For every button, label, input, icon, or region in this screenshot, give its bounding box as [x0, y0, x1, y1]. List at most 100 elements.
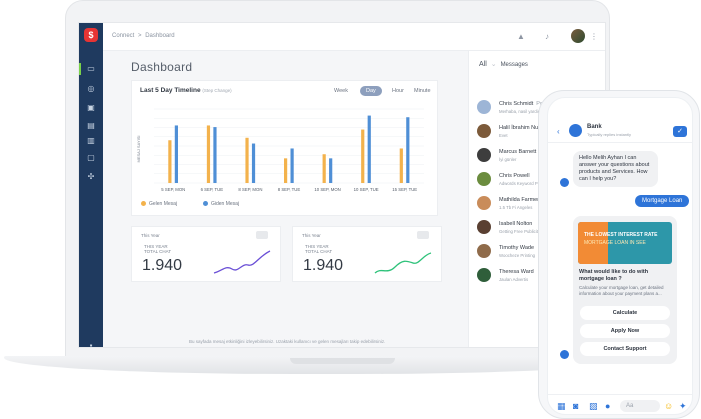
- legend-outgoing-swatch: [203, 201, 208, 207]
- messages-filter[interactable]: All: [479, 61, 487, 68]
- y-axis-label: MESAJ SAYISI: [136, 135, 141, 162]
- image-icon[interactable]: ▨: [589, 401, 598, 412]
- chat-icon[interactable]: ▣: [86, 103, 96, 112]
- sidebar: $ ▭ ◎ ▣ ▤ ▥ ▢ ✣ ▪: [79, 23, 103, 347]
- promo-line-2: MORTGAGE LOAN IN SEE: [584, 240, 646, 246]
- mic-icon[interactable]: ●: [605, 401, 610, 411]
- message-sender: Isabell Nolton: [499, 221, 533, 227]
- contact-support-button[interactable]: Contact Support: [580, 342, 670, 356]
- breadcrumb-root[interactable]: Connect: [112, 33, 134, 39]
- bell-icon[interactable]: ♪: [545, 32, 549, 41]
- bar-incoming: [284, 158, 288, 183]
- stat-1-sparkline: [213, 250, 271, 274]
- monitor-icon[interactable]: ▭: [86, 64, 96, 73]
- topbar: Connect > Dashboard ▲ ♪ ⋮: [103, 23, 605, 51]
- legend-incoming-swatch: [141, 201, 146, 207]
- bar-incoming: [206, 125, 211, 183]
- bar-incoming: [168, 140, 172, 183]
- tools-icon[interactable]: ✣: [86, 172, 96, 181]
- more-vertical-icon[interactable]: ⋮: [590, 32, 598, 41]
- bar-outgoing: [406, 117, 410, 183]
- messages-header: All ⌄ Messages: [479, 60, 528, 68]
- message-sender: Theresa Ward: [499, 269, 534, 275]
- bar-outgoing: [367, 115, 371, 183]
- emoji-icon[interactable]: ☺: [664, 401, 673, 411]
- bot-card: THE LOWEST INTEREST RATE MORTGAGE LOAN I…: [573, 216, 677, 364]
- promo-line-1: THE LOWEST INTEREST RATE: [584, 232, 658, 238]
- legend-outgoing: Giden Mesaj: [203, 201, 239, 207]
- stat-2-sparkline-path: [374, 252, 432, 274]
- bar-incoming: [322, 154, 326, 183]
- contact-avatar: [477, 244, 491, 258]
- message-sender: Mathilda Farmer: [499, 197, 540, 203]
- bar-chart-icon[interactable]: ▥: [86, 136, 96, 145]
- stat-1-label-2: TOTAL CHAT: [144, 249, 172, 254]
- footnote: Bu sayfada mesaj etkinliğini izleyebilir…: [189, 339, 386, 344]
- user-avatar[interactable]: [571, 29, 585, 43]
- contact-status: Typically replies instantly: [587, 132, 632, 137]
- x-tick-label: 10 SEP, MON: [314, 187, 340, 192]
- breadcrumb-current: Dashboard: [145, 33, 175, 39]
- x-tick-label: 5 SEP, MON: [161, 187, 185, 192]
- graduation-cap-icon[interactable]: ▲: [517, 32, 525, 41]
- x-tick-label: 15 SEP, TUE: [392, 187, 417, 192]
- back-chevron-icon[interactable]: ‹: [557, 127, 560, 136]
- bot-greeting: Hello Melih Ayhan I can answer your ques…: [573, 151, 658, 187]
- stat-1-period[interactable]: This Year: [141, 233, 160, 238]
- apps-icon[interactable]: ▦: [557, 401, 566, 412]
- message-preview: 1.5 Tb Fi Angeles: [499, 205, 533, 210]
- bank-avatar: [569, 124, 582, 137]
- timeline-hint: (Step Change): [202, 88, 232, 93]
- logout-icon[interactable]: ▪: [86, 341, 96, 347]
- robot-icon[interactable]: ◎: [86, 84, 96, 93]
- bot-avatar: [560, 178, 569, 187]
- timeline-chart: MESAJ SAYISI 5 SEP, MON 6 SEP, TUE 8 SEP, M…: [136, 108, 424, 192]
- check-icon[interactable]: ✓: [673, 126, 687, 137]
- app-logo[interactable]: $: [84, 28, 98, 42]
- message-input[interactable]: Aa: [620, 400, 660, 412]
- apply-now-button[interactable]: Apply Now: [580, 324, 670, 338]
- composer-bar: ▦ ◙ ▨ ● Aa ☺ ✦: [548, 394, 692, 414]
- chevron-down-icon[interactable]: ⌄: [491, 61, 497, 68]
- comment-icon[interactable]: ▢: [86, 153, 96, 162]
- messages-icon[interactable]: ▤: [86, 121, 96, 130]
- legend-incoming-label: Gelen Mesaj: [149, 201, 178, 207]
- bar-incoming: [361, 129, 365, 183]
- bar-outgoing: [213, 127, 217, 183]
- page-title: Dashboard: [131, 60, 193, 74]
- bar-incoming: [399, 148, 403, 183]
- bar-outgoing: [251, 143, 256, 183]
- phone-frame: ‹ Bank Typically replies instantly ✓ Hel…: [538, 90, 700, 419]
- laptop-screen: $ ▭ ◎ ▣ ▤ ▥ ▢ ✣ ▪ Connect > Dashboard ▲ …: [78, 22, 606, 348]
- promo-banner: THE LOWEST INTEREST RATE MORTGAGE LOAN I…: [578, 222, 672, 264]
- stat-1-value: 1.940: [142, 257, 183, 274]
- active-indicator: [79, 63, 81, 75]
- calculate-button[interactable]: Calculate: [580, 306, 670, 320]
- message-sender: Chris Powell: [499, 173, 530, 179]
- camera-icon[interactable]: ◙: [573, 401, 578, 411]
- timeline-title-text: Last 5 Day Timeline: [140, 87, 201, 94]
- laptop-notch: [290, 358, 395, 364]
- timeline-title: Last 5 Day Timeline (Step Change): [140, 87, 232, 94]
- bar-outgoing: [329, 158, 333, 183]
- legend-incoming: Gelen Mesaj: [141, 201, 177, 207]
- tab-minute[interactable]: Minute: [408, 86, 437, 96]
- stat-2-period[interactable]: This Year: [302, 233, 321, 238]
- contact-avatar: [477, 172, 491, 186]
- stat-1-sparkline-path: [213, 250, 271, 274]
- messages-title: Messages: [500, 62, 528, 68]
- stat-card-1: This Year THIS YEAR TOTAL CHAT 1.940: [131, 226, 281, 282]
- tab-hour[interactable]: Hour: [386, 86, 410, 96]
- message-preview: Jaulan Advertis: [499, 277, 529, 282]
- stat-card-2: This Year THIS YEAR TOTAL CHAT 1.940: [292, 226, 442, 282]
- contact-avatar: [477, 196, 491, 210]
- stat-2-value: 1.940: [303, 257, 344, 274]
- bot-avatar: [560, 350, 569, 359]
- contact-avatar: [477, 220, 491, 234]
- message-preview: İyi günler: [499, 157, 517, 162]
- thumbs-up-icon[interactable]: ✦: [679, 401, 687, 412]
- chat-bubble-icon: [256, 231, 268, 239]
- tab-week[interactable]: Week: [328, 86, 354, 96]
- tab-day[interactable]: Day: [360, 86, 382, 96]
- message-preview: Woocheze Printing: [499, 253, 535, 258]
